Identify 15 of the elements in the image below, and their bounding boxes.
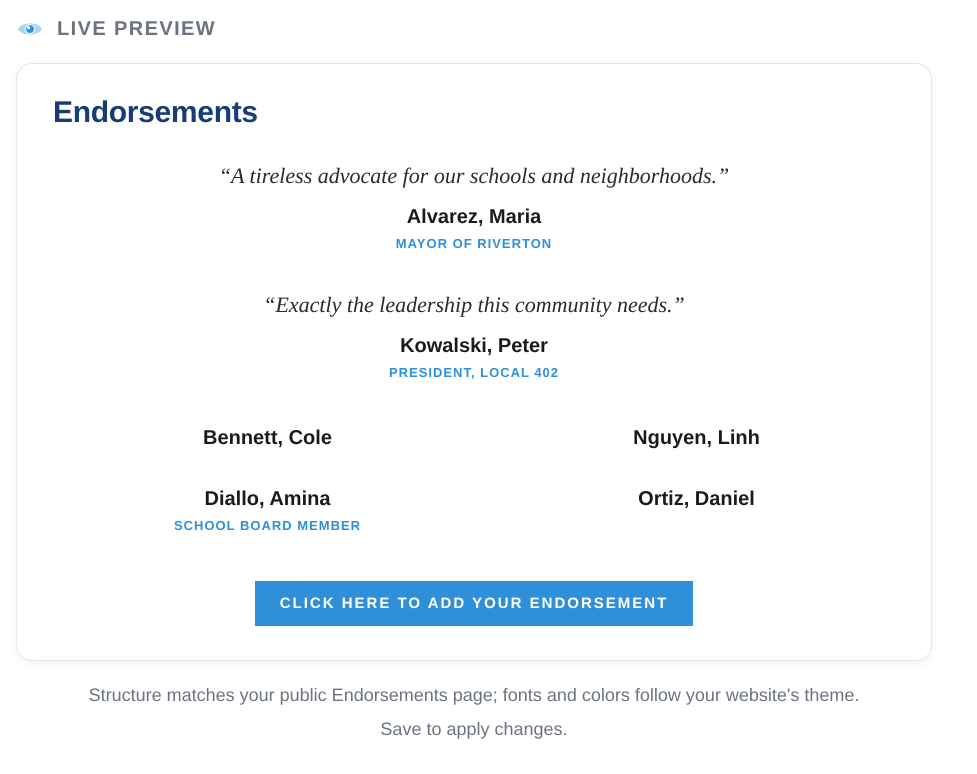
endorsements-heading: Endorsements [53,95,259,131]
endorser-title: SCHOOL BOARD MEMBER [174,517,362,535]
preview-note: Structure matches your public Endorsements page; fonts and colors follow your website's theme. Save to apply changes. [88,684,860,741]
add-endorsement-button[interactable]: CLICK HERE TO ADD YOUR ENDORSEMENT [254,581,694,626]
live-preview-label: LIVE PREVIEW [57,18,216,40]
endorsement-quote: “A tireless advocate for our schools and neighborhoods.” [218,162,730,190]
endorser-title: MAYOR OF RIVERTON [396,235,552,253]
endorser-name: Ortiz, Daniel [638,487,755,512]
endorsement-quote: “Exactly the leadership this community needs.” [263,291,685,319]
endorser-name: Nguyen, Linh [633,426,760,451]
endorser-name: Alvarez, Maria [406,205,542,230]
endorser-title: PRESIDENT, LOCAL 402 [388,364,560,382]
endorser-name: Bennett, Cole [203,426,332,451]
endorser-name: Diallo, Amina [204,487,330,512]
endorser-name: Kowalski, Peter [400,334,548,359]
